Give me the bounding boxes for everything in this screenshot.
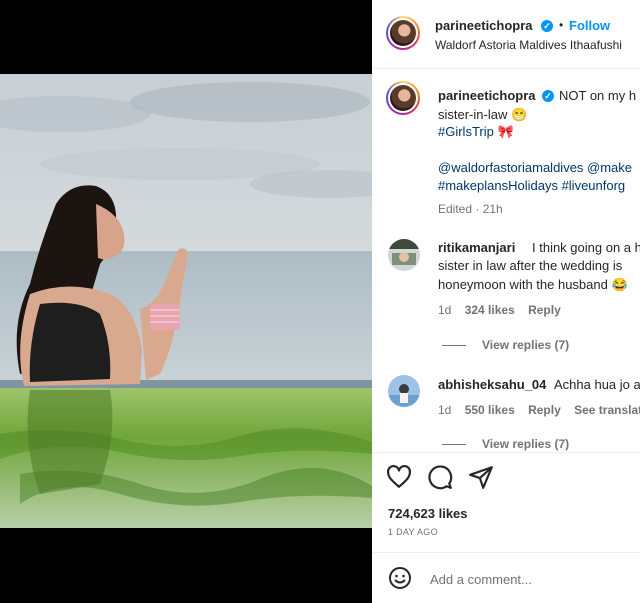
view-replies-button[interactable]: View replies (7) [442, 437, 569, 451]
comment-time: 1d [438, 403, 452, 417]
comment-reply-button[interactable]: Reply [528, 403, 561, 417]
follow-button[interactable]: Follow [569, 18, 610, 33]
comment-username[interactable]: abhisheksahu_04 [438, 377, 546, 392]
separator-dot: • [559, 18, 564, 32]
post-date: 1 DAY AGO [388, 527, 438, 537]
caption-mentions[interactable]: @waldorfastoriamaldives @make [438, 158, 632, 177]
post-location[interactable]: Waldorf Astoria Maldives Ithaafushi [435, 38, 622, 52]
comment-text-line-1: Achha hua jo a [554, 377, 640, 392]
author-avatar[interactable] [386, 16, 420, 50]
emoji-icon[interactable] [388, 566, 412, 590]
post-actions: 724,623 likes 1 DAY AGO [372, 452, 640, 553]
caption-edited-time: Edited · 21h [438, 202, 503, 216]
comment-meta: 1d 550 likes Reply See translation [438, 403, 640, 417]
caption-line-1: NOT on my h [559, 88, 637, 103]
view-replies-label: View replies (7) [482, 338, 570, 352]
view-replies-button[interactable]: View replies (7) [442, 338, 569, 352]
author-username[interactable]: parineetichopra [435, 18, 533, 33]
view-replies-line [442, 444, 466, 446]
view-replies-label: View replies (7) [482, 437, 570, 451]
caption-verified-badge-icon: ✓ [542, 90, 554, 102]
post-photo[interactable] [0, 74, 372, 528]
share-icon[interactable] [468, 464, 494, 490]
caption-author-username[interactable]: parineetichopra [438, 88, 536, 103]
comment-avatar[interactable] [388, 239, 420, 271]
comment-text-line-1: I think going on a h [532, 240, 640, 255]
caption-author-avatar[interactable] [386, 81, 420, 115]
comment-text-line-3: honeymoon with the husband 😂 [438, 277, 628, 292]
heart-icon[interactable] [386, 464, 412, 490]
comment-avatar[interactable] [388, 375, 420, 407]
see-translation-button[interactable]: See translation [574, 403, 640, 417]
post-details-panel: parineetichopra ✓ • Follow Waldorf Astor… [372, 0, 640, 603]
view-replies-line [442, 345, 466, 347]
comment-likes[interactable]: 324 likes [465, 303, 515, 317]
comment-icon[interactable] [427, 464, 453, 490]
comment-reply-button[interactable]: Reply [528, 303, 561, 317]
caption-hashtag[interactable]: #GirlsTrip 🎀 [438, 122, 514, 141]
add-comment-bar [372, 552, 640, 603]
comment-username[interactable]: ritikamanjari [438, 240, 515, 255]
comment-time: 1d [438, 303, 452, 317]
verified-badge-icon: ✓ [541, 20, 553, 32]
post-likes-count[interactable]: 724,623 likes [388, 506, 468, 521]
comment-text-line-2: sister in law after the wedding is [438, 258, 623, 273]
comment-likes[interactable]: 550 likes [465, 403, 515, 417]
comment-input[interactable] [428, 567, 637, 591]
caption-hashtags[interactable]: #makeplansHolidays #liveunforg [438, 176, 625, 195]
comment-meta: 1d 324 likes Reply [438, 303, 561, 317]
comments-list[interactable]: parineetichopra ✓ NOT on my h sister-in-… [372, 69, 640, 451]
post-media[interactable] [0, 0, 372, 603]
post-header: parineetichopra ✓ • Follow Waldorf Astor… [372, 0, 640, 69]
